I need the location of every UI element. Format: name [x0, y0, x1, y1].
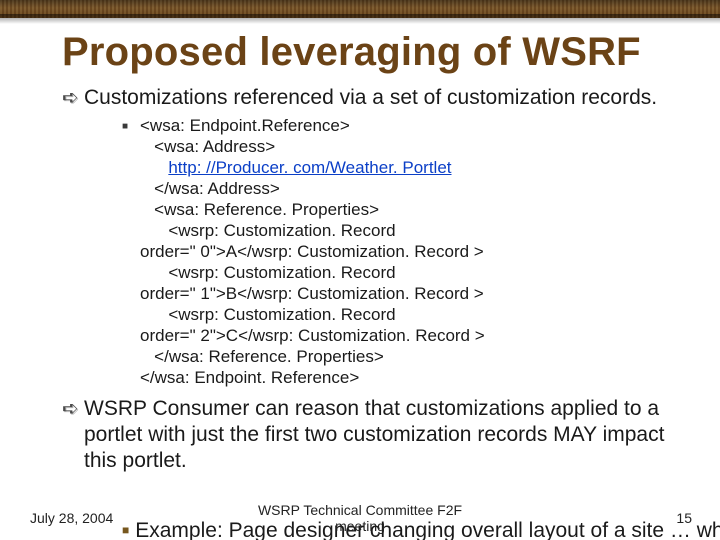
code-line: </wsa: Reference. Properties> — [140, 347, 384, 366]
code-line: <wsa: Address> — [140, 137, 275, 156]
footer-date: July 28, 2004 — [30, 510, 113, 526]
code-line: <wsrp: Customization. Record — [140, 221, 396, 240]
xml-code-block: <wsa: Endpoint.Reference> <wsa: Address>… — [140, 115, 485, 388]
bullet-text: WSRP Consumer can reason that customizat… — [84, 396, 702, 474]
bullet-item: ➪ Customizations referenced via a set of… — [62, 85, 702, 111]
code-subitem: ■ <wsa: Endpoint.Reference> <wsa: Addres… — [122, 115, 702, 388]
footer-center: WSRP Technical Committee F2F meeting — [220, 502, 500, 534]
code-line-prefix — [140, 158, 168, 177]
bullet-item: ➪ WSRP Consumer can reason that customiz… — [62, 396, 702, 474]
footer-page-number: 15 — [676, 510, 692, 526]
band-shadow — [0, 0, 720, 8]
code-line: order=" 1">B</wsrp: Customization. Recor… — [140, 284, 484, 303]
code-line: <wsa: Reference. Properties> — [140, 200, 379, 219]
decorative-top-band — [0, 0, 720, 24]
code-line: order=" 2">C</wsrp: Customization. Recor… — [140, 326, 485, 345]
url-link[interactable]: http: //Producer. com/Weather. Portlet — [168, 158, 451, 177]
slide-title: Proposed leveraging of WSRF — [0, 24, 720, 85]
code-line: </wsa: Endpoint. Reference> — [140, 368, 359, 387]
code-line: <wsa: Endpoint.Reference> — [140, 116, 350, 135]
code-line: order=" 0">A</wsrp: Customization. Recor… — [140, 242, 484, 261]
arrow-icon: ➪ — [62, 396, 84, 422]
slide-content: ➪ Customizations referenced via a set of… — [0, 85, 720, 474]
square-bullet-icon: ■ — [122, 523, 129, 537]
code-line: </wsa: Address> — [140, 179, 280, 198]
bullet-text: Customizations referenced via a set of c… — [84, 85, 702, 111]
arrow-icon: ➪ — [62, 85, 84, 111]
footer-center-line1: WSRP Technical Committee F2F — [258, 502, 462, 518]
square-bullet-icon: ■ — [122, 115, 140, 137]
footer-center-line2: meeting — [335, 518, 385, 534]
code-line: <wsrp: Customization. Record — [140, 305, 396, 324]
code-line: <wsrp: Customization. Record — [140, 263, 396, 282]
